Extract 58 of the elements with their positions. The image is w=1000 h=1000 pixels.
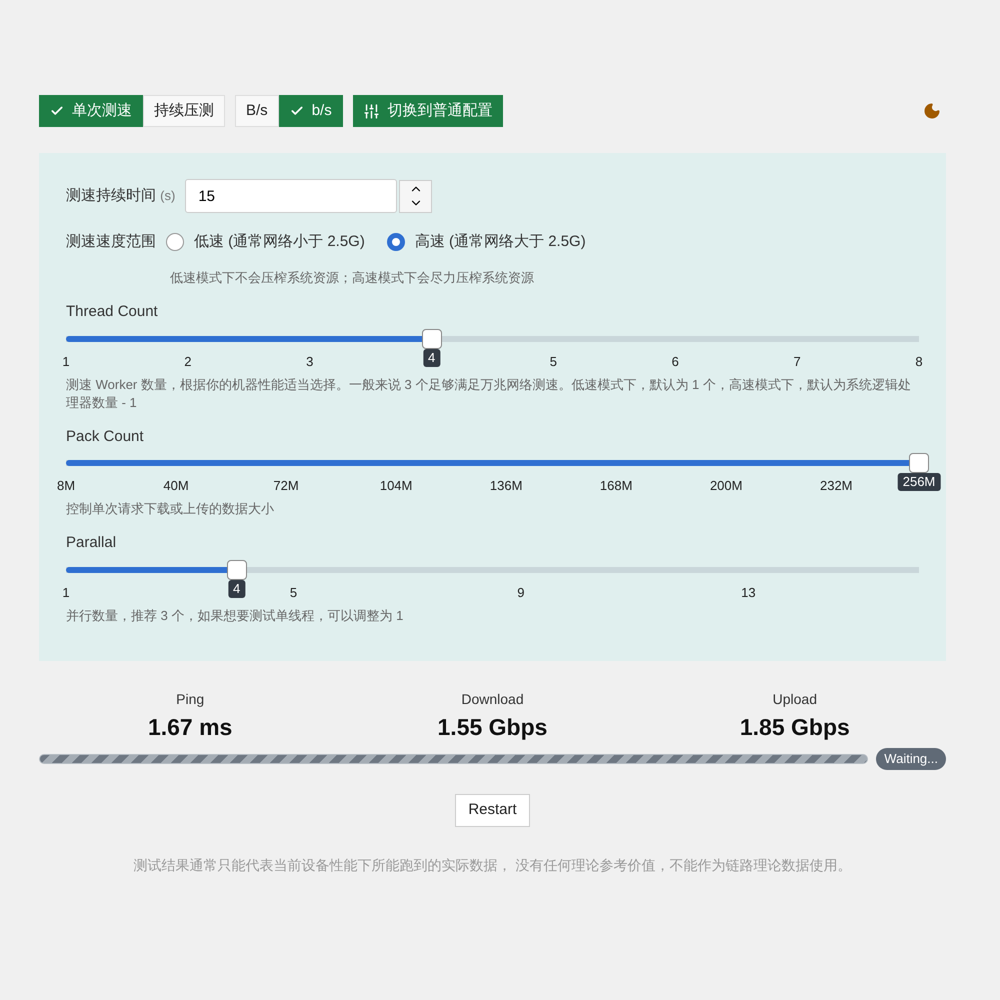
slider-thumb[interactable]	[422, 328, 442, 348]
slider-hint: 并行数量，推荐 3 个，如果想要测试单线程，可以调整为 1	[66, 606, 404, 624]
switch-config-button[interactable]: 切换到普通配置	[352, 95, 503, 127]
tick-label: 8	[915, 352, 923, 370]
tick-label: 2	[184, 352, 192, 370]
toggle-button[interactable]: B/s	[235, 95, 279, 127]
check-icon	[50, 104, 64, 118]
toggle-button[interactable]: 持续压测	[143, 95, 225, 127]
tick-label: 232M	[820, 477, 853, 495]
tick-label: 3	[306, 352, 314, 370]
field-label: 测速速度范围	[66, 232, 156, 252]
toggle-button[interactable]: b/s	[278, 95, 343, 127]
moon-icon[interactable]	[923, 102, 941, 120]
speed-hint: 低速模式下不会压榨系统资源；高速模式下会尽力压榨系统资源	[170, 268, 535, 286]
radio-option[interactable]: 低速 (通常网络小于 2.5G)	[166, 231, 365, 254]
toggle-button[interactable]: 单次测速	[39, 95, 143, 127]
tick-label: 13	[741, 584, 756, 602]
status-badge: Waiting...	[876, 748, 946, 770]
radio-button[interactable]	[166, 233, 184, 252]
tick-label: 40M	[163, 477, 189, 495]
tick-label: 9	[517, 584, 524, 602]
slider-thumb[interactable]	[226, 560, 247, 580]
sliders-icon	[362, 102, 380, 120]
tick-label: 5	[550, 352, 557, 370]
tick-label: 6	[672, 352, 679, 370]
spin-buttons[interactable]	[399, 180, 432, 212]
tick-label: 168M	[600, 477, 632, 495]
slider-hint: 测速 Worker 数量，根据你的机器性能适当选择。一般来说 3 个足够满足万兆网络测速。低速模式下，默认为 1 个，高速模式下，默认为系统逻辑处理器数量 - 1	[66, 376, 912, 412]
tick-label: 8M	[56, 477, 76, 495]
slider-label: Pack Count	[66, 426, 145, 446]
value-badge: 4	[422, 348, 440, 366]
tick-label: 136M	[490, 477, 522, 495]
tick-label: 200M	[710, 477, 742, 495]
tick-label: 7	[793, 352, 801, 370]
restart-button[interactable]: Restart	[455, 794, 530, 826]
tick-label: 5	[290, 584, 298, 602]
value-badge: 4	[228, 580, 246, 598]
result-label: Download	[461, 690, 524, 708]
result-value: 1.85 Gbps	[740, 712, 850, 742]
tick-label: 1	[62, 352, 70, 370]
field-label: 测速持续时间 (s)	[66, 186, 176, 206]
tick-label: 104M	[380, 477, 412, 495]
value-badge: 256M	[898, 473, 940, 491]
result-label: Ping	[176, 690, 204, 709]
tick-label: 1	[62, 584, 70, 602]
disclaimer-text: 测试结果通常只能代表当前设备性能下所能跑到的实际数据， 没有任何理论参考价值，不能作为链路理论数据使用。	[132, 856, 852, 874]
slider-hint: 控制单次请求下载或上传的数据大小	[66, 500, 275, 518]
check-icon	[290, 104, 304, 118]
slider-thumb[interactable]	[909, 453, 929, 473]
radio-option[interactable]: 高速 (通常网络大于 2.5G)	[386, 231, 586, 254]
tick-label: 72M	[273, 477, 299, 495]
slider-label: Thread Count	[66, 302, 159, 322]
slider-label: Parallal	[66, 533, 118, 553]
duration-field[interactable]: 15	[185, 179, 398, 213]
result-value: 1.55 Gbps	[438, 712, 548, 742]
result-value: 1.67 ms	[148, 712, 232, 742]
radio-button[interactable]	[386, 233, 405, 252]
result-label: Upload	[772, 690, 818, 709]
